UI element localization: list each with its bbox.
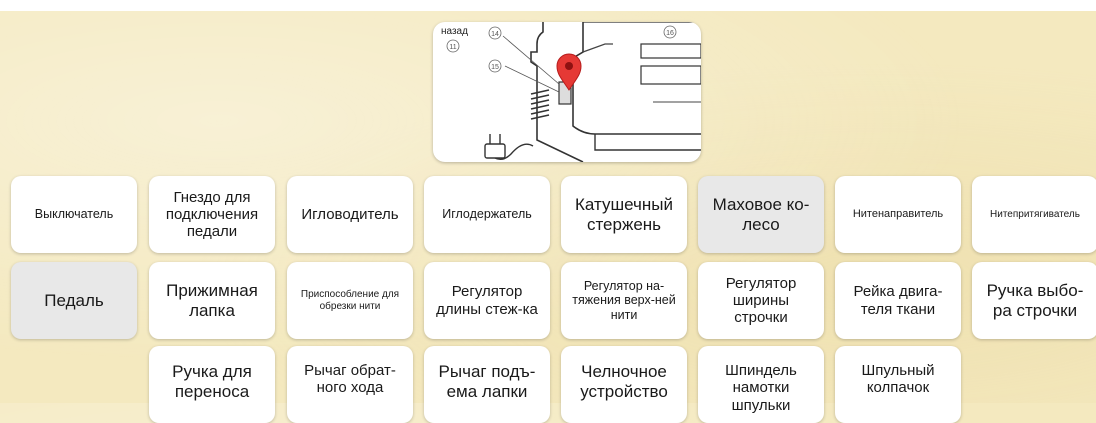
part-tile-label: Приспособление для обрезки нити — [300, 289, 400, 312]
machine-diagram-panel: назад 11 14 15 16 — [433, 22, 701, 162]
part-tile[interactable]: Катушечный стержень — [561, 176, 687, 253]
part-tile-label: Маховое ко-лесо — [712, 194, 810, 234]
part-tile-label: Рычаг подъ-ема лапки — [438, 362, 536, 401]
part-tile[interactable]: Педаль — [11, 262, 137, 339]
part-tile[interactable]: Нитенаправитель — [835, 176, 961, 253]
part-tile[interactable]: Прижимная лапка — [149, 262, 275, 339]
part-tile[interactable]: Маховое ко-лесо — [698, 176, 824, 253]
part-tile-label: Иглодержатель — [442, 207, 532, 222]
part-tile[interactable]: Ручка выбо-ра строчки — [972, 262, 1096, 339]
part-tile-label: Ручка выбо-ра строчки — [986, 280, 1084, 320]
part-tile-label: Нитенаправитель — [852, 208, 944, 221]
part-tile[interactable]: Игловодитель — [287, 176, 413, 253]
top-bar — [0, 0, 1096, 11]
part-tile[interactable]: Челночное устройство — [561, 346, 687, 423]
part-tile-label: Шпульный колпачок — [861, 362, 935, 397]
part-tile-label: Игловодитель — [301, 205, 399, 223]
back-link[interactable]: назад — [441, 26, 468, 37]
part-tile[interactable]: Рычаг подъ-ема лапки — [424, 346, 550, 423]
sewing-machine-diagram: 11 14 15 16 — [446, 22, 701, 162]
part-tile[interactable]: Рычаг обрат-ного хода — [287, 346, 413, 423]
part-tile[interactable]: Регулятор длины стеж-ка — [424, 262, 550, 339]
part-tile-label: Педаль — [44, 290, 104, 310]
part-tile[interactable]: Нитепритягиватель — [972, 176, 1096, 253]
part-tile-label: Регулятор длины стеж-ка — [436, 283, 538, 318]
part-tile[interactable]: Ручка для переноса — [149, 346, 275, 423]
part-tile[interactable]: Шпиндель намотки шпульки — [698, 346, 824, 423]
part-tile[interactable]: Регулятор на-тяжения верх-ней нити — [561, 262, 687, 339]
part-tile-label: Челночное устройство — [580, 362, 668, 401]
part-tile-label: Катушечный стержень — [575, 194, 673, 234]
part-tile[interactable]: Шпульный колпачок — [835, 346, 961, 423]
part-tile[interactable]: Рейка двига-теля ткани — [835, 262, 961, 339]
part-tile[interactable]: Регулятор ширины строчки — [698, 262, 824, 339]
part-tile[interactable]: Гнездо для подключения педали — [149, 176, 275, 253]
part-tile-label: Выключатель — [34, 207, 114, 222]
callout-14: 14 — [491, 31, 499, 38]
callout-11: 11 — [449, 44, 456, 51]
part-tile-label: Регулятор на-тяжения верх-ней нити — [572, 278, 676, 322]
part-tile-label: Рычаг обрат-ного хода — [304, 362, 396, 397]
part-tile-label: Нитепритягиватель — [990, 208, 1080, 220]
part-tile[interactable]: Иглодержатель — [424, 176, 550, 253]
part-tile[interactable]: Выключатель — [11, 176, 137, 253]
callout-15: 15 — [491, 64, 499, 71]
part-tile-label: Прижимная лапка — [166, 280, 258, 320]
part-tile-label: Ручка для переноса — [172, 362, 252, 401]
callout-16: 16 — [666, 30, 674, 37]
part-tile[interactable]: Приспособление для обрезки нити — [287, 262, 413, 339]
part-tile-label: Рейка двига-теля ткани — [853, 283, 943, 318]
part-tile-label: Шпиндель намотки шпульки — [725, 362, 797, 414]
part-tile-label: Регулятор ширины строчки — [725, 274, 797, 327]
part-tile-label: Гнездо для подключения педали — [165, 188, 259, 241]
